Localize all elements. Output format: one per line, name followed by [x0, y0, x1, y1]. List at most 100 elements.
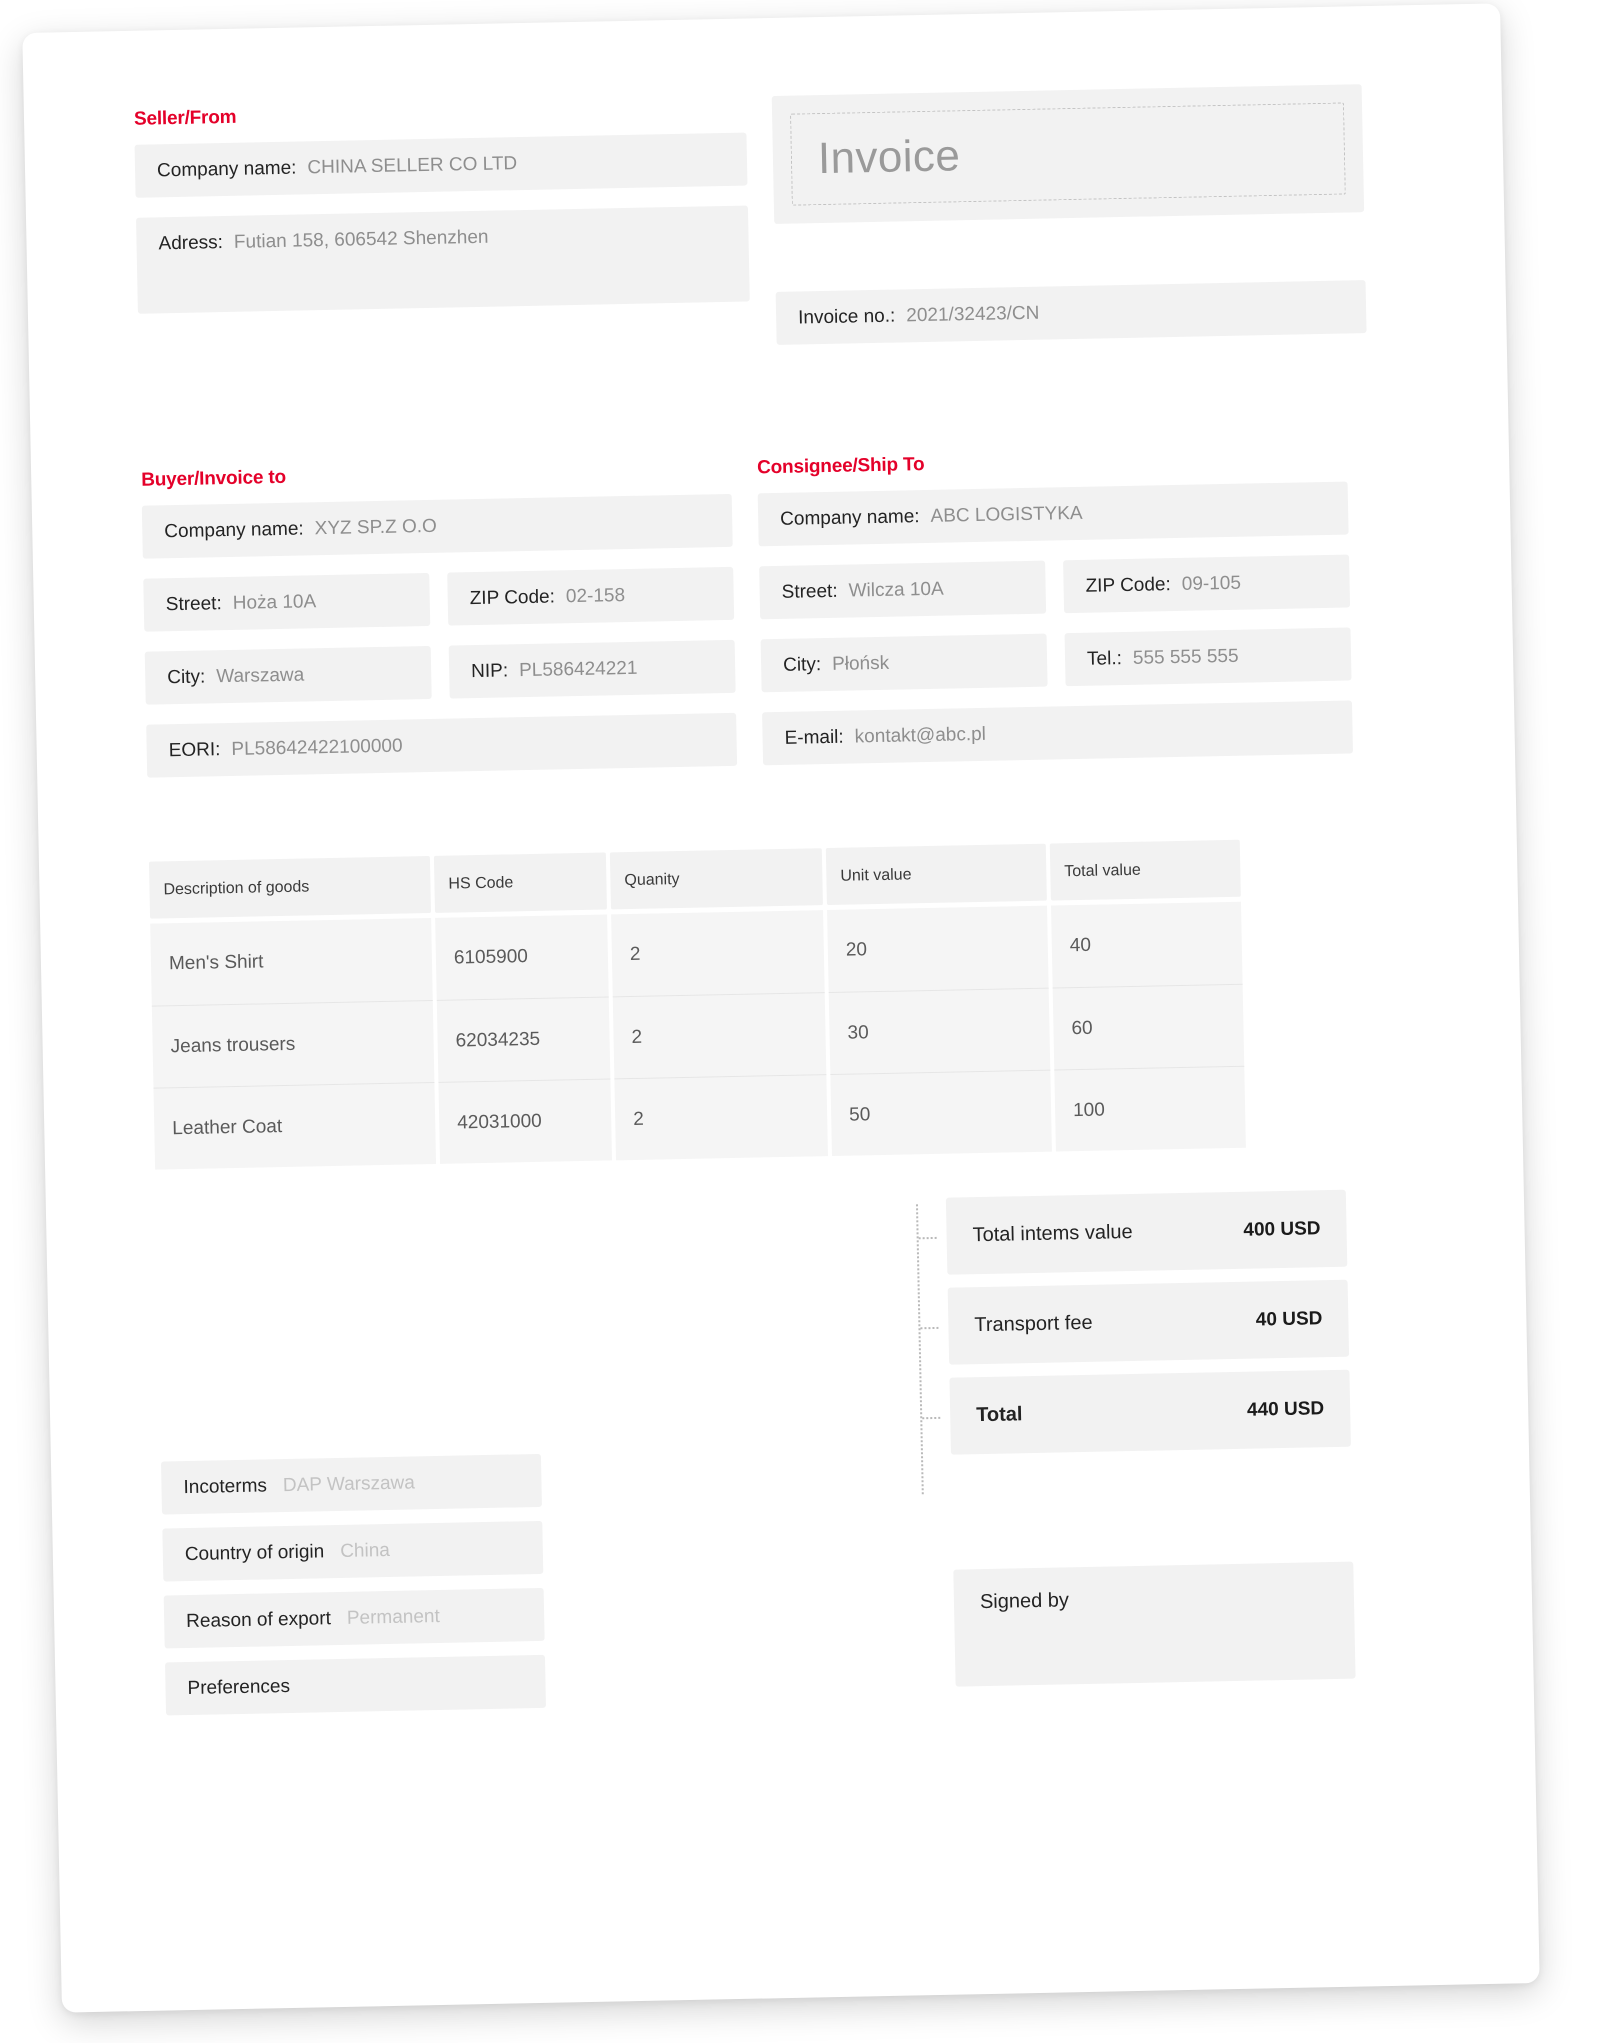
buyer-nip-field[interactable]: NIP: PL586424221: [448, 639, 736, 699]
incoterms-field[interactable]: Incoterms DAP Warszawa: [160, 1453, 542, 1515]
consignee-company-value: ABC LOGISTYKA: [930, 502, 1083, 527]
column-header-total-value: Total value: [1049, 839, 1241, 901]
cell-description: Jeans trousers: [151, 999, 435, 1088]
consignee-heading: Consignee/Ship To: [756, 454, 925, 479]
column-header-description: Description of goods: [148, 856, 432, 919]
invoice-title-block: Invoice Invoice no.: 2021/32423/CN: [771, 84, 1367, 345]
invoice-title-placeholder: Invoice: [790, 102, 1346, 206]
grand-total-row: Total 440 USD: [949, 1369, 1351, 1455]
buyer-city-field[interactable]: City: Warszawa: [144, 645, 432, 705]
seller-company-label: Company name:: [156, 157, 297, 181]
consignee-zip-value: 09-105: [1181, 572, 1242, 595]
seller-address-field[interactable]: Adress: Futian 158, 606542 Shenzhen: [136, 205, 750, 314]
cell-quantity: 2: [614, 1074, 828, 1161]
page-title: Invoice: [817, 131, 961, 184]
buyer-street-value: Hoża 10A: [232, 590, 317, 614]
consignee-block: Consignee/Ship To Company name: ABC LOGI…: [756, 446, 1354, 766]
consignee-street-value: Wilcza 10A: [848, 578, 944, 602]
reason-of-export-value: Permanent: [346, 1605, 441, 1629]
grand-total-label: Total: [975, 1403, 1023, 1427]
buyer-eori-value: PL58642422100000: [231, 735, 403, 760]
buyer-company-label: Company name:: [164, 517, 304, 542]
cell-quantity: 2: [611, 910, 825, 997]
preferences-label: Preferences: [187, 1675, 291, 1699]
seller-address-value: Futian 158, 606542 Shenzhen: [233, 226, 489, 253]
preferences-field[interactable]: Preferences: [165, 1654, 546, 1716]
consignee-city-label: City:: [782, 653, 822, 676]
goods-table-body: Men's Shirt 6105900 2 20 40 Jeans trouse…: [150, 898, 1423, 1170]
cell-unit-value: 30: [828, 987, 1051, 1075]
reason-of-export-field[interactable]: Reason of export Permanent: [163, 1587, 545, 1649]
seller-block: Seller/From Company name: CHINA SELLER C…: [134, 97, 750, 314]
country-of-origin-value: China: [340, 1539, 391, 1562]
consignee-email-label: E-mail:: [784, 726, 844, 749]
consignee-tel-label: Tel.:: [1086, 647, 1123, 670]
buyer-zip-label: ZIP Code:: [469, 585, 556, 609]
cell-quantity: 2: [612, 992, 827, 1079]
invoice-content: Seller/From Company name: CHINA SELLER C…: [22, 3, 1539, 2012]
seller-heading: Seller/From: [133, 106, 237, 130]
column-header-hs-code: HS Code: [433, 852, 607, 913]
goods-table: Description of goods HS Code Quanity Uni…: [148, 836, 1423, 1170]
column-header-quantity: Quanity: [609, 848, 823, 910]
column-header-unit-value: Unit value: [825, 843, 1047, 906]
consignee-zip-label: ZIP Code:: [1085, 573, 1171, 597]
reason-of-export-label: Reason of export: [185, 1607, 332, 1632]
invoice-number-field[interactable]: Invoice no.: 2021/32423/CN: [775, 280, 1367, 345]
cell-unit-value: 50: [830, 1069, 1052, 1157]
consignee-company-field[interactable]: Company name: ABC LOGISTYKA: [757, 481, 1349, 547]
invoice-number-value: 2021/32423/CN: [906, 302, 1040, 326]
transport-fee-label: Transport fee: [974, 1311, 1093, 1337]
total-items-value-amount: 400 USD: [1243, 1217, 1321, 1241]
buyer-city-label: City:: [167, 665, 206, 688]
buyer-nip-value: PL586424221: [518, 657, 638, 681]
buyer-zip-value: 02-158: [565, 584, 626, 607]
buyer-block: Buyer/Invoice to Company name: XYZ SP.Z …: [141, 458, 738, 778]
buyer-street-label: Street:: [165, 592, 222, 615]
buyer-street-field[interactable]: Street: Hoża 10A: [143, 572, 431, 632]
buyer-zip-field[interactable]: ZIP Code: 02-158: [447, 566, 735, 626]
cell-description: Leather Coat: [153, 1081, 437, 1170]
consignee-street-field[interactable]: Street: Wilcza 10A: [759, 560, 1047, 620]
invoice-title-box[interactable]: Invoice: [771, 84, 1365, 224]
invoice-paper: Seller/From Company name: CHINA SELLER C…: [22, 3, 1540, 2013]
cell-hs-code: 6105900: [435, 914, 609, 1000]
buyer-company-value: XYZ SP.Z O.O: [314, 515, 438, 539]
seller-address-label: Adress:: [158, 232, 224, 255]
consignee-company-label: Company name:: [779, 505, 920, 530]
terms-fields: Incoterms DAP Warszawa Country of origin…: [160, 1453, 546, 1730]
buyer-nip-label: NIP:: [470, 659, 509, 682]
transport-fee-row: Transport fee 40 USD: [947, 1279, 1350, 1365]
seller-company-value: CHINA SELLER CO LTD: [307, 152, 518, 178]
totals-connector-tick: [922, 1416, 941, 1420]
consignee-email-field[interactable]: E-mail: kontakt@abc.pl: [762, 700, 1354, 766]
incoterms-label: Incoterms: [183, 1474, 268, 1498]
consignee-street-label: Street:: [781, 580, 838, 603]
cell-hs-code: 42031000: [438, 1078, 613, 1164]
buyer-eori-field[interactable]: EORI: PL58642422100000: [146, 712, 738, 778]
cell-total-value: 100: [1054, 1065, 1246, 1152]
consignee-email-value: kontakt@abc.pl: [854, 723, 987, 747]
total-items-value-label: Total intems value: [972, 1220, 1133, 1247]
signed-by-label: Signed by: [979, 1589, 1070, 1614]
consignee-tel-value: 555 555 555: [1132, 645, 1239, 669]
country-of-origin-label: Country of origin: [184, 1540, 325, 1565]
cell-total-value: 40: [1050, 901, 1243, 988]
signed-by-box[interactable]: Signed by: [953, 1561, 1356, 1687]
parties-section: Buyer/Invoice to Company name: XYZ SP.Z …: [141, 444, 1415, 778]
consignee-city-value: Płońsk: [831, 652, 890, 675]
incoterms-value: DAP Warszawa: [282, 1471, 416, 1496]
totals-connector-tick: [920, 1326, 939, 1330]
invoice-header: Seller/From Company name: CHINA SELLER C…: [134, 83, 1407, 357]
total-items-value-row: Total intems value 400 USD: [945, 1189, 1348, 1275]
invoice-number-label: Invoice no.:: [797, 305, 896, 329]
cell-total-value: 60: [1052, 983, 1245, 1070]
consignee-tel-field[interactable]: Tel.: 555 555 555: [1064, 627, 1352, 687]
consignee-zip-field[interactable]: ZIP Code: 09-105: [1063, 554, 1351, 614]
transport-fee-amount: 40 USD: [1255, 1307, 1323, 1331]
grand-total-amount: 440 USD: [1246, 1397, 1325, 1421]
consignee-city-field[interactable]: City: Płońsk: [760, 633, 1048, 693]
buyer-eori-label: EORI:: [168, 738, 221, 761]
country-of-origin-field[interactable]: Country of origin China: [162, 1520, 544, 1582]
buyer-company-field[interactable]: Company name: XYZ SP.Z O.O: [141, 493, 733, 559]
